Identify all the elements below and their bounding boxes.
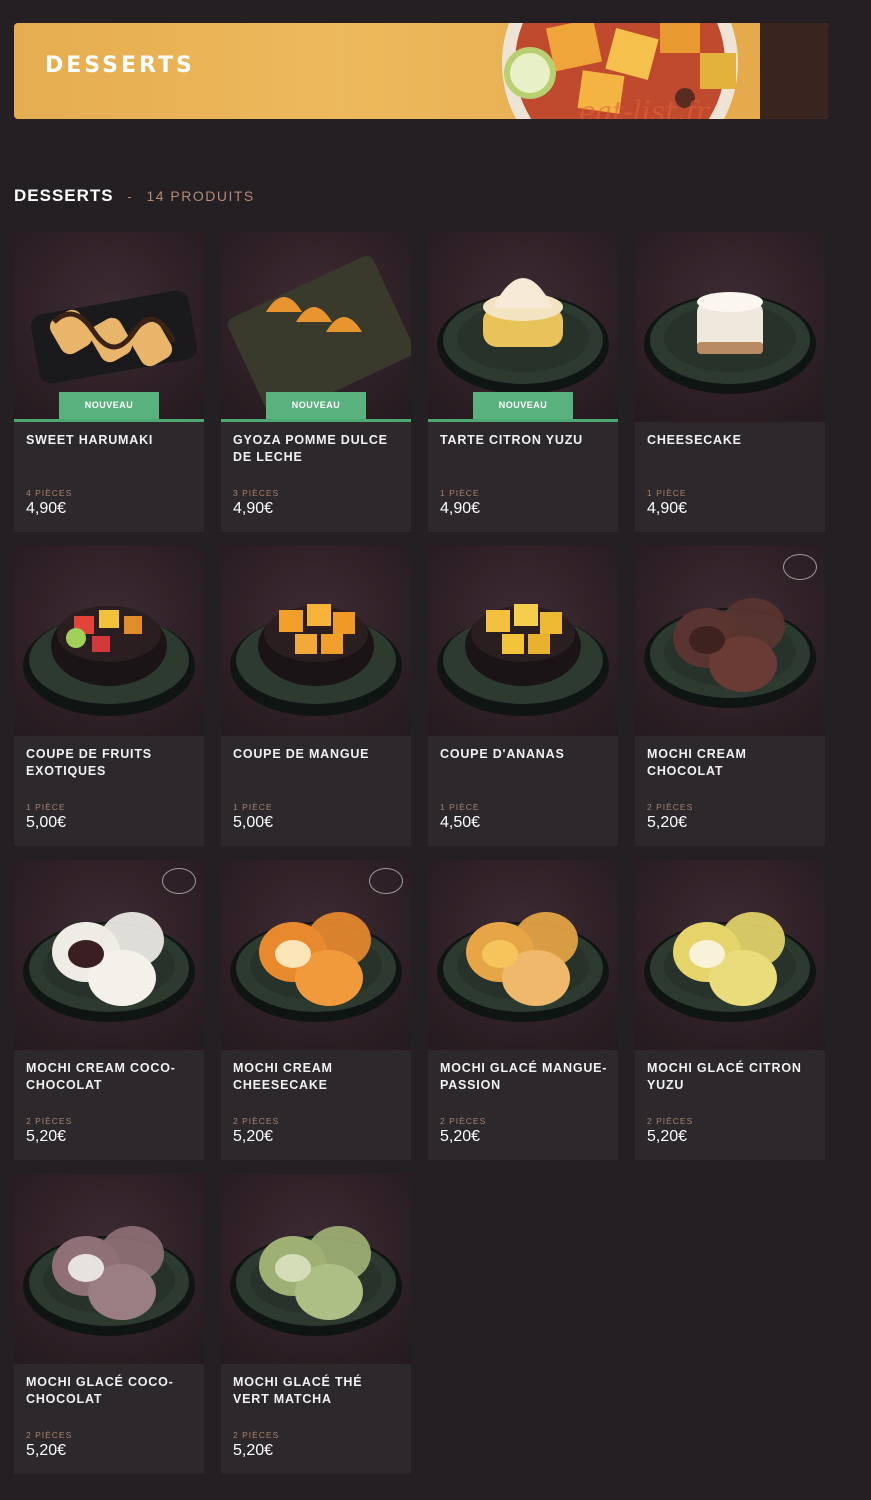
product-card[interactable]: MOCHI GLACÉ COCO-CHOCOLAT 2 PIÈCES 5,20€: [14, 1174, 204, 1474]
product-image[interactable]: [635, 546, 825, 736]
product-image[interactable]: [221, 1174, 411, 1364]
product-price: 5,00€: [233, 814, 274, 831]
new-badge: NOUVEAU: [59, 392, 159, 419]
product-price: 5,00€: [26, 814, 67, 831]
category-banner: DESSERTS eat-list.fr: [14, 23, 828, 119]
product-image[interactable]: [635, 232, 825, 422]
product-quantity: 3 PIÈCES: [233, 488, 280, 498]
product-price: 4,50€: [440, 814, 481, 831]
product-name[interactable]: MOCHI CREAM CHOCOLAT: [647, 746, 815, 780]
product-card[interactable]: COUPE D'ANANAS 1 PIÈCE 4,50€: [428, 546, 618, 846]
product-price: 4,90€: [233, 500, 274, 517]
section-header: DESSERTS - 14 PRODUITS: [14, 186, 255, 206]
product-image[interactable]: [221, 546, 411, 736]
product-quantity: 1 PIÈCE: [647, 488, 687, 498]
homemade-stamp-icon: [783, 554, 817, 580]
product-card[interactable]: COUPE DE MANGUE 1 PIÈCE 5,00€: [221, 546, 411, 846]
section-separator: -: [127, 189, 133, 204]
product-quantity: 2 PIÈCES: [233, 1430, 280, 1440]
product-name[interactable]: SWEET HARUMAKI: [26, 432, 194, 449]
product-card[interactable]: MOCHI CREAM CHOCOLAT 2 PIÈCES 5,20€: [635, 546, 825, 846]
new-badge: NOUVEAU: [473, 392, 573, 419]
product-quantity: 4 PIÈCES: [26, 488, 73, 498]
product-card[interactable]: COUPE DE FRUITS EXOTIQUES 1 PIÈCE 5,00€: [14, 546, 204, 846]
product-name[interactable]: COUPE DE FRUITS EXOTIQUES: [26, 746, 194, 780]
product-card[interactable]: MOCHI CREAM CHEESECAKE 2 PIÈCES 5,20€: [221, 860, 411, 1160]
product-name[interactable]: TARTE CITRON YUZU: [440, 432, 608, 449]
product-price: 4,90€: [26, 500, 67, 517]
product-name[interactable]: MOCHI GLACÉ THÉ VERT MATCHA: [233, 1374, 401, 1408]
homemade-stamp-icon: [369, 868, 403, 894]
product-quantity: 1 PIÈCE: [440, 488, 480, 498]
product-name[interactable]: MOCHI GLACÉ COCO-CHOCOLAT: [26, 1374, 194, 1408]
product-card[interactable]: MOCHI GLACÉ MANGUE-PASSION 2 PIÈCES 5,20€: [428, 860, 618, 1160]
product-name[interactable]: MOCHI GLACÉ MANGUE-PASSION: [440, 1060, 608, 1094]
product-quantity: 1 PIÈCE: [233, 802, 273, 812]
product-card[interactable]: MOCHI GLACÉ THÉ VERT MATCHA 2 PIÈCES 5,20€: [221, 1174, 411, 1474]
product-name[interactable]: MOCHI CREAM COCO-CHOCOLAT: [26, 1060, 194, 1094]
product-price: 5,20€: [440, 1128, 481, 1145]
product-card[interactable]: MOCHI CREAM COCO-CHOCOLAT 2 PIÈCES 5,20€: [14, 860, 204, 1160]
product-count: 14 PRODUITS: [146, 188, 255, 204]
product-image[interactable]: [428, 546, 618, 736]
product-name[interactable]: MOCHI CREAM CHEESECAKE: [233, 1060, 401, 1094]
product-image[interactable]: [14, 546, 204, 736]
product-name[interactable]: COUPE DE MANGUE: [233, 746, 401, 763]
product-card[interactable]: CHEESECAKE 1 PIÈCE 4,90€: [635, 232, 825, 532]
product-price: 4,90€: [440, 500, 481, 517]
product-quantity: 2 PIÈCES: [26, 1116, 73, 1126]
product-name[interactable]: COUPE D'ANANAS: [440, 746, 608, 763]
product-name[interactable]: GYOZA POMME DULCE DE LECHE: [233, 432, 401, 466]
product-price: 5,20€: [233, 1128, 274, 1145]
product-name[interactable]: MOCHI GLACÉ CITRON YUZU: [647, 1060, 815, 1094]
product-price: 5,20€: [233, 1442, 274, 1459]
product-image[interactable]: [635, 860, 825, 1050]
product-name[interactable]: CHEESECAKE: [647, 432, 815, 449]
product-quantity: 1 PIÈCE: [440, 802, 480, 812]
product-card[interactable]: NOUVEAU SWEET HARUMAKI 4 PIÈCES 4,90€: [14, 232, 204, 532]
product-price: 5,20€: [26, 1128, 67, 1145]
badge-underline: [221, 419, 411, 422]
product-image[interactable]: [14, 860, 204, 1050]
product-card[interactable]: MOCHI GLACÉ CITRON YUZU 2 PIÈCES 5,20€: [635, 860, 825, 1160]
product-quantity: 2 PIÈCES: [647, 802, 694, 812]
product-price: 5,20€: [26, 1442, 67, 1459]
badge-underline: [428, 419, 618, 422]
product-quantity: 1 PIÈCE: [26, 802, 66, 812]
product-price: 5,20€: [647, 1128, 688, 1145]
product-quantity: 2 PIÈCES: [647, 1116, 694, 1126]
product-price: 4,90€: [647, 500, 688, 517]
product-image[interactable]: [221, 860, 411, 1050]
product-quantity: 2 PIÈCES: [233, 1116, 280, 1126]
banner-title: DESSERTS: [45, 53, 195, 78]
product-quantity: 2 PIÈCES: [26, 1430, 73, 1440]
product-quantity: 2 PIÈCES: [440, 1116, 487, 1126]
product-image[interactable]: [428, 860, 618, 1050]
product-card[interactable]: NOUVEAU GYOZA POMME DULCE DE LECHE 3 PIÈCE…: [221, 232, 411, 532]
watermark: eat-list.fr: [579, 95, 710, 119]
new-badge: NOUVEAU: [266, 392, 366, 419]
product-price: 5,20€: [647, 814, 688, 831]
homemade-stamp-icon: [162, 868, 196, 894]
product-image[interactable]: [14, 1174, 204, 1364]
product-card[interactable]: NOUVEAU TARTE CITRON YUZU 1 PIÈCE 4,90€: [428, 232, 618, 532]
badge-underline: [14, 419, 204, 422]
section-title: DESSERTS: [14, 186, 114, 205]
